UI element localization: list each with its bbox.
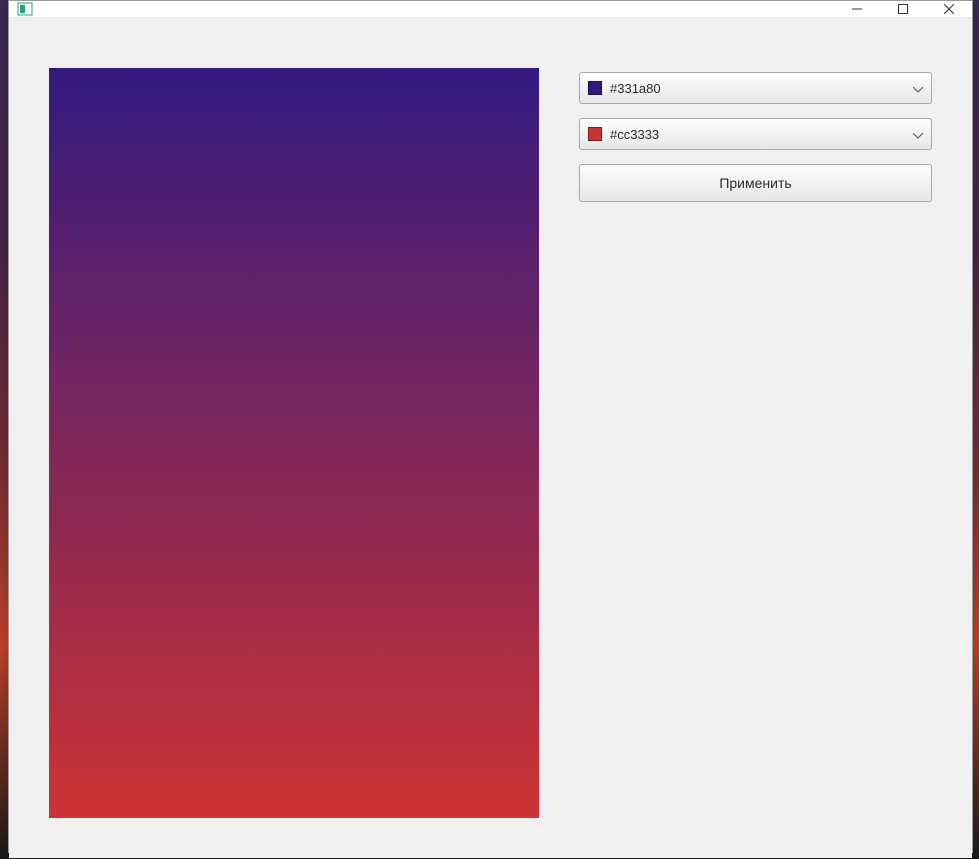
color2-swatch (588, 127, 602, 141)
color1-swatch (588, 81, 602, 95)
app-icon (17, 1, 33, 17)
app-window: #331a80 #cc3333 Применить (8, 0, 973, 853)
titlebar-left (9, 1, 39, 17)
close-button[interactable] (926, 1, 972, 17)
color2-value: #cc3333 (610, 127, 905, 142)
apply-button[interactable]: Применить (579, 164, 932, 202)
apply-button-label: Применить (719, 175, 791, 191)
minimize-button[interactable] (834, 1, 880, 17)
color2-dropdown[interactable]: #cc3333 (579, 118, 932, 150)
client-area: #331a80 #cc3333 Применить (9, 18, 972, 858)
gradient-preview (49, 68, 539, 818)
desktop-background: #331a80 #cc3333 Применить (0, 0, 979, 859)
color1-dropdown[interactable]: #331a80 (579, 72, 932, 104)
chevron-down-icon (913, 81, 923, 96)
color1-value: #331a80 (610, 81, 905, 96)
maximize-button[interactable] (880, 1, 926, 17)
chevron-down-icon (913, 127, 923, 142)
controls-panel: #331a80 #cc3333 Применить (579, 68, 932, 818)
window-controls (834, 1, 972, 17)
titlebar (9, 1, 972, 18)
